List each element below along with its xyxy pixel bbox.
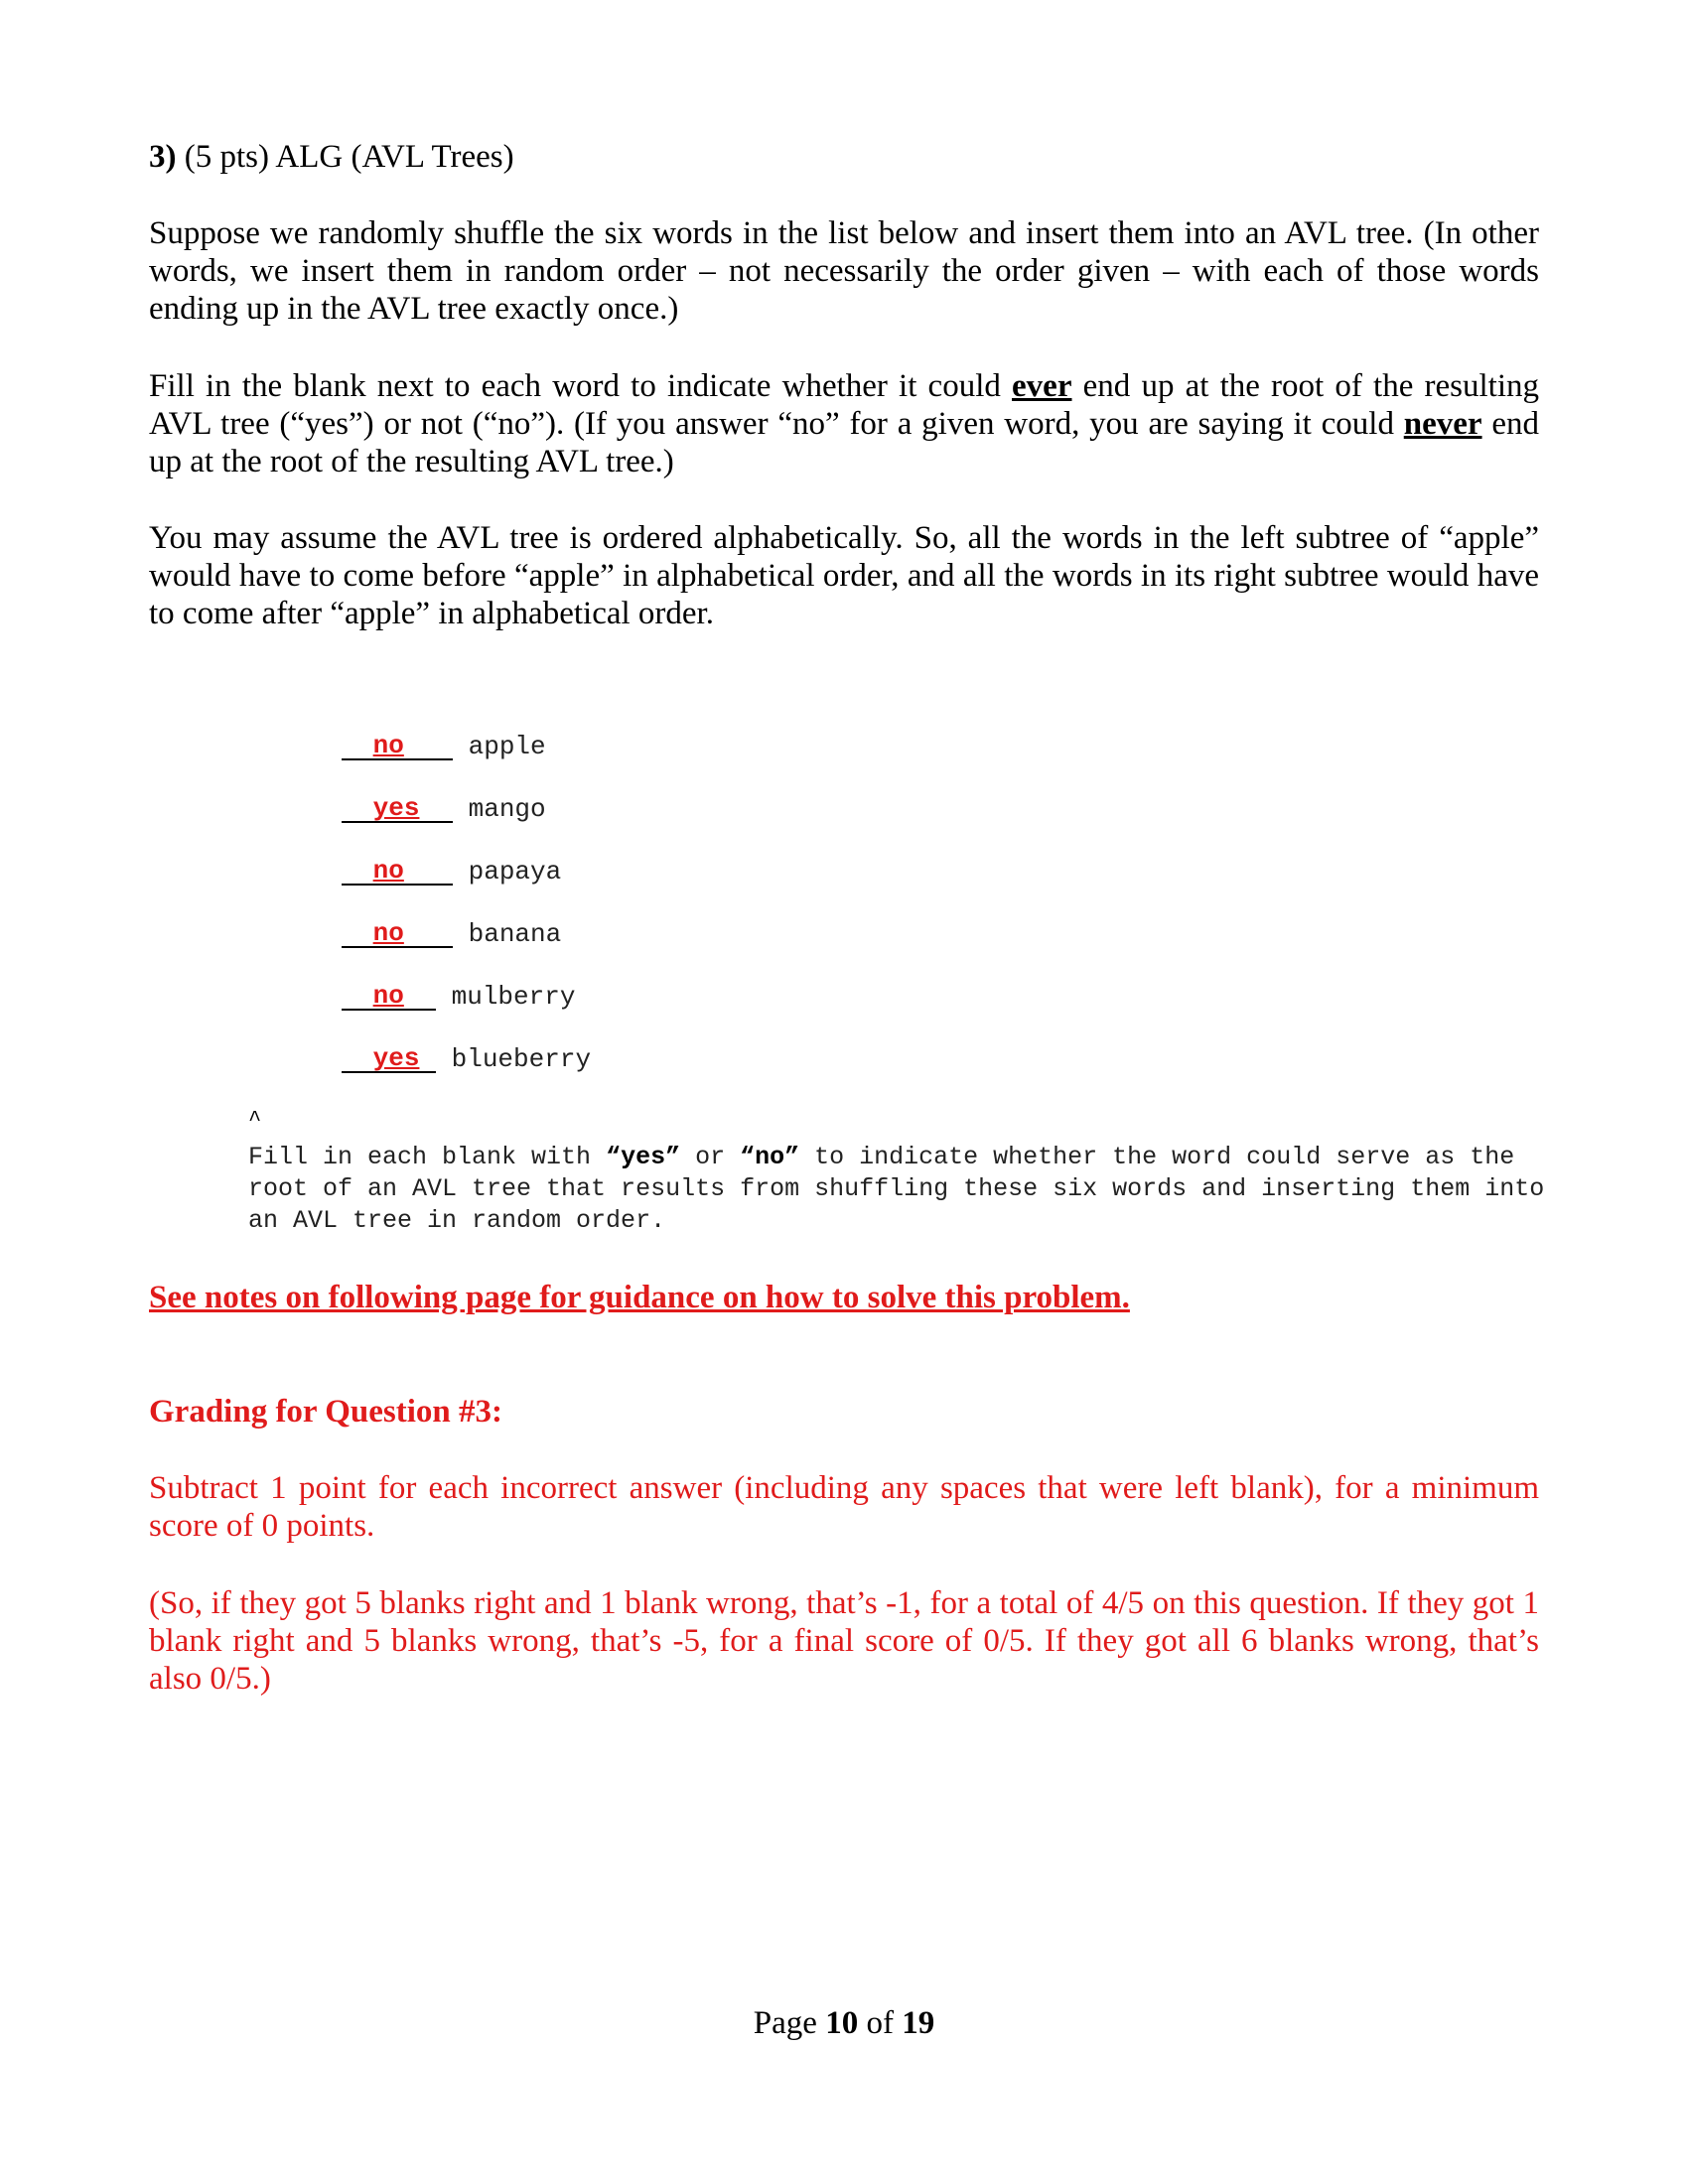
p2-text-a: Fill in the blank next to each word to i… [149, 368, 1013, 404]
word-label: mulberry [451, 982, 576, 1012]
answer-value: yes [372, 793, 420, 823]
instr-yes: “yes” [606, 1143, 681, 1171]
footer-of: of [858, 2005, 903, 2041]
word-label: banana [468, 919, 562, 949]
emphasis-never: never [1403, 406, 1482, 442]
answer-blank[interactable]: yes [341, 793, 453, 823]
page-number: 10 [825, 2005, 859, 2041]
answer-value: yes [372, 1043, 420, 1073]
instr-text-a: Fill in each blank with [248, 1143, 607, 1171]
answer-blank[interactable]: no [341, 918, 453, 948]
footer-prefix: Page [753, 2005, 826, 2041]
answer-value: no [372, 918, 404, 948]
word-label: blueberry [451, 1044, 592, 1074]
see-notes-link: See notes on following page for guidance… [149, 1280, 1130, 1315]
answer-blank[interactable]: no [341, 981, 436, 1011]
grading-example: (So, if they got 5 blanks right and 1 bl… [149, 1585, 1539, 1697]
instr-or: or [680, 1143, 741, 1171]
question-points: (5 pts) ALG (AVL Trees) [184, 139, 514, 175]
word-label: papaya [468, 857, 562, 887]
page-total: 19 [902, 2005, 935, 2041]
question-number: 3) [149, 139, 177, 175]
intro-paragraph: Suppose we randomly shuffle the six word… [149, 215, 1539, 327]
answer-blank[interactable]: yes [341, 1043, 436, 1073]
grading-rule: Subtract 1 point for each incorrect answ… [149, 1470, 1539, 1544]
question-heading: 3) (5 pts) ALG (AVL Trees) [149, 137, 514, 177]
ordering-paragraph: You may assume the AVL tree is ordered a… [149, 520, 1539, 631]
answer-instructions: Fill in each blank with “yes” or “no” to… [248, 1142, 1569, 1237]
answer-blank[interactable]: no [341, 856, 453, 886]
word-label: apple [468, 732, 546, 761]
answer-value: no [372, 731, 404, 760]
list-item: no apple [248, 703, 591, 765]
answer-value: no [372, 981, 404, 1011]
answer-value: no [372, 856, 404, 886]
answer-blank[interactable]: no [341, 731, 453, 760]
word-label: mango [468, 794, 546, 824]
caret-marker: ^ [248, 1108, 262, 1133]
instr-no: “no” [740, 1143, 800, 1171]
emphasis-ever: ever [1012, 368, 1072, 404]
answer-list: no apple yes mango no papaya no banana no mul… [248, 703, 591, 1078]
grading-title: Grading for Question #3: [149, 1394, 502, 1430]
instructions-paragraph: Fill in the blank next to each word to i… [149, 367, 1539, 480]
page-footer: Page 10 of 19 [0, 2005, 1688, 2042]
